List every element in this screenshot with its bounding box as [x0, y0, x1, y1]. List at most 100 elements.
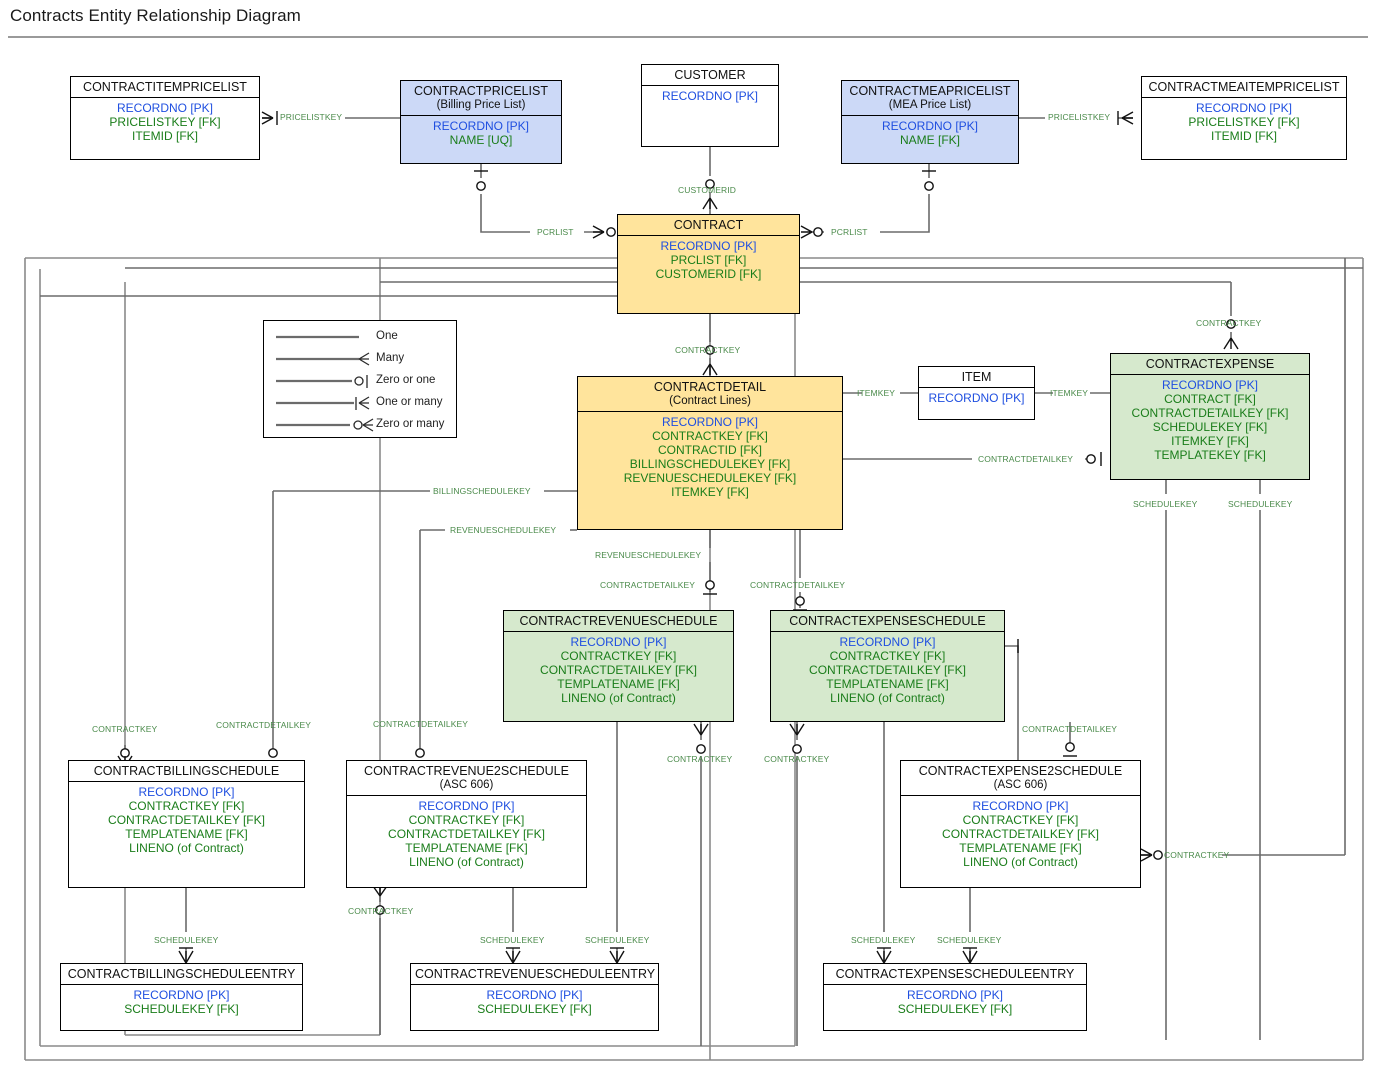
edge-label-contractdetailkey-rev2: CONTRACTDETAILKEY — [373, 719, 469, 729]
attribute: PRCLIST [FK] — [670, 253, 747, 267]
entity-header: CONTRACTEXPENSE2SCHEDULE (ASC 606) — [901, 761, 1140, 796]
entity-contractexpensescheduleentry[interactable]: CONTRACTEXPENSESCHEDULEENTRY RECORDNO [P… — [823, 963, 1087, 1031]
entity-contractrevenue2schedule[interactable]: CONTRACTREVENUE2SCHEDULE (ASC 606) RECORD… — [346, 760, 587, 888]
attribute: RECORDNO [PK] — [570, 635, 667, 649]
entity-name: CONTRACTITEMPRICELIST — [83, 80, 247, 94]
entity-contractdetail[interactable]: CONTRACTDETAIL (Contract Lines) RECORDNO … — [577, 376, 843, 530]
entity-header: CONTRACTBILLINGSCHEDULEENTRY — [61, 964, 302, 985]
entity-contractrevenuescheduleentry[interactable]: CONTRACTREVENUESCHEDULEENTRY RECORDNO [P… — [410, 963, 659, 1031]
legend-label-one: One — [376, 330, 398, 342]
entity-contractmeapricelist[interactable]: CONTRACTMEAPRICELIST (MEA Price List) REC… — [841, 80, 1019, 164]
edge-label-pcrlist-right: PCRLIST — [831, 227, 868, 237]
entity-item[interactable]: ITEM RECORDNO [PK] — [918, 366, 1035, 420]
attribute: CUSTOMERID [FK] — [655, 267, 762, 281]
attribute: CONTRACTKEY [FK] — [962, 813, 1079, 827]
attribute: CONTRACTID [FK] — [658, 443, 762, 457]
entity-contract[interactable]: CONTRACT RECORDNO [PK] PRCLIST [FK] CUST… — [617, 214, 800, 314]
attribute: SCHEDULEKEY [FK] — [124, 1002, 239, 1016]
attribute: SCHEDULEKEY [FK] — [1152, 420, 1268, 434]
entity-contractmeaitempricelist[interactable]: CONTRACTMEAITEMPRICELIST RECORDNO [PK] P… — [1141, 76, 1347, 160]
attribute: TEMPLATENAME [FK] — [959, 841, 1082, 855]
entity-header: CONTRACTBILLINGSCHEDULE — [69, 761, 304, 782]
attribute: CONTRACTKEY [FK] — [829, 649, 946, 663]
entity-subtitle: (MEA Price List) — [888, 99, 972, 111]
entity-customer[interactable]: CUSTOMER RECORDNO [PK] — [641, 64, 779, 147]
entity-contractbillingschedule[interactable]: CONTRACTBILLINGSCHEDULE RECORDNO [PK] CO… — [68, 760, 305, 888]
edge-label-pricelistkey-right: PRICELISTKEY — [1048, 112, 1111, 122]
edge-label-customerid: CUSTOMERID — [678, 185, 736, 195]
attribute: RECORDNO [PK] — [432, 119, 529, 133]
attribute: LINENO (of Contract) — [129, 841, 244, 855]
edge-label-contractdetailkey-billing: CONTRACTDETAILKEY — [216, 720, 312, 730]
entity-contractexpenseschedule[interactable]: CONTRACTEXPENSESCHEDULE RECORDNO [PK] CO… — [770, 610, 1005, 722]
entity-header: ITEM — [919, 367, 1034, 388]
attribute: LINENO (of Contract) — [830, 691, 945, 705]
edge-label-contractkey-billing: CONTRACTKEY — [92, 724, 158, 734]
entity-contractpricelist[interactable]: CONTRACTPRICELIST (Billing Price List) RE… — [400, 80, 562, 164]
edge-label-contractdetailkey-exp2: CONTRACTDETAILKEY — [1022, 724, 1118, 734]
entity-name: CONTRACTREVENUESCHEDULE — [519, 614, 718, 628]
attribute: LINENO (of Contract) — [561, 691, 676, 705]
attribute: RECORDNO [PK] — [906, 988, 1003, 1002]
legend-label-one-or-many: One or many — [376, 396, 443, 408]
attribute: LINENO (of Contract) — [963, 855, 1078, 869]
edge-label-revenueschedulekey-v: REVENUESCHEDULEKEY — [595, 550, 702, 560]
entity-header: CONTRACTMEAITEMPRICELIST — [1142, 77, 1346, 98]
entity-contractrevenueschedule[interactable]: CONTRACTREVENUESCHEDULE RECORDNO [PK] CO… — [503, 610, 734, 722]
entity-attributes: RECORDNO [PK] CONTRACTKEY [FK] CONTRACTD… — [771, 632, 1004, 709]
attribute: NAME [FK] — [899, 133, 960, 147]
attribute: CONTRACTDETAILKEY [FK] — [108, 813, 265, 827]
entity-attributes: RECORDNO [PK] SCHEDULEKEY [FK] — [61, 985, 302, 1020]
attribute: CONTRACTDETAILKEY [FK] — [388, 827, 545, 841]
attribute: SCHEDULEKEY [FK] — [897, 1002, 1013, 1016]
attribute: RECORDNO [PK] — [116, 101, 213, 115]
entity-header: CONTRACT — [618, 215, 799, 236]
entity-header: CONTRACTREVENUESCHEDULE — [504, 611, 733, 632]
entity-attributes: RECORDNO [PK] CONTRACTKEY [FK] CONTRACTI… — [578, 412, 842, 503]
attribute: RECORDNO [PK] — [661, 415, 758, 429]
entity-name: ITEM — [961, 370, 992, 384]
attribute: LINENO (of Contract) — [409, 855, 524, 869]
attribute: CONTRACTKEY [FK] — [128, 799, 245, 813]
attribute: TEMPLATENAME [FK] — [826, 677, 949, 691]
entity-header: CONTRACTPRICELIST (Billing Price List) — [401, 81, 561, 116]
edge-label-contractkey-revsched: CONTRACTKEY — [667, 754, 733, 764]
entity-subtitle: (ASC 606) — [439, 779, 494, 791]
attribute: RECORDNO [PK] — [881, 119, 978, 133]
entity-header: CONTRACTREVENUE2SCHEDULE (ASC 606) — [347, 761, 586, 796]
entity-attributes: RECORDNO [PK] SCHEDULEKEY [FK] — [824, 985, 1086, 1020]
entity-attributes: RECORDNO [PK] SCHEDULEKEY [FK] — [411, 985, 658, 1020]
attribute: RECORDNO [PK] — [418, 799, 515, 813]
attribute: RECORDNO [PK] — [660, 239, 757, 253]
entity-attributes: RECORDNO [PK] NAME [UQ] — [401, 116, 561, 151]
attribute: RECORDNO [PK] — [661, 89, 758, 103]
attribute: CONTRACTKEY [FK] — [652, 429, 768, 443]
edge-label-schedulekey-billing: SCHEDULEKEY — [154, 935, 219, 945]
entity-name: CUSTOMER — [674, 68, 746, 82]
edge-label-contractdetailkey-exp: CONTRACTDETAILKEY — [750, 580, 846, 590]
edge-label-contractkey-exp2right: CONTRACTKEY — [1164, 850, 1230, 860]
entity-attributes: RECORDNO [PK] CONTRACTKEY [FK] CONTRACTD… — [504, 632, 733, 709]
entity-contractexpense[interactable]: CONTRACTEXPENSE RECORDNO [PK] CONTRACT [… — [1110, 353, 1310, 480]
edge-label-schedulekey-exp2: SCHEDULEKEY — [1228, 499, 1293, 509]
edge-label-contractdetailkey-rev: CONTRACTDETAILKEY — [600, 580, 696, 590]
entity-contractbillingscheduleentry[interactable]: CONTRACTBILLINGSCHEDULEENTRY RECORDNO [P… — [60, 963, 303, 1031]
edge-label-itemkey-left: ITEMKEY — [857, 388, 896, 398]
attribute: RECORDNO [PK] — [486, 988, 583, 1002]
er-diagram-canvas: Contracts Entity Relationship Diagram CO… — [0, 0, 1376, 1087]
attribute: ITEMID [FK] — [1211, 129, 1277, 143]
entity-contractexpense2schedule[interactable]: CONTRACTEXPENSE2SCHEDULE (ASC 606) RECORD… — [900, 760, 1141, 888]
edge-label-contractdetailkey-expense: CONTRACTDETAILKEY — [978, 454, 1074, 464]
entity-name: CONTRACTBILLINGSCHEDULEENTRY — [67, 967, 296, 981]
entity-subtitle: (Contract Lines) — [669, 395, 751, 407]
entity-name: CONTRACTREVENUE2SCHEDULE — [364, 764, 569, 778]
entity-name: CONTRACTMEAPRICELIST — [849, 84, 1011, 98]
entity-contractitempricelist[interactable]: CONTRACTITEMPRICELIST RECORDNO [PK] PRIC… — [70, 76, 260, 160]
edge-label-schedulekey-expsched: SCHEDULEKEY — [851, 935, 916, 945]
edge-label-contractkey-detail: CONTRACTKEY — [675, 345, 741, 355]
attribute: RECORDNO [PK] — [839, 635, 936, 649]
entity-name: CONTRACTEXPENSE2SCHEDULE — [918, 764, 1123, 778]
edge-label-billingschedulekey: BILLINGSCHEDULEKEY — [433, 486, 531, 496]
entity-header: CUSTOMER — [642, 65, 778, 86]
attribute: RECORDNO [PK] — [1161, 378, 1258, 392]
